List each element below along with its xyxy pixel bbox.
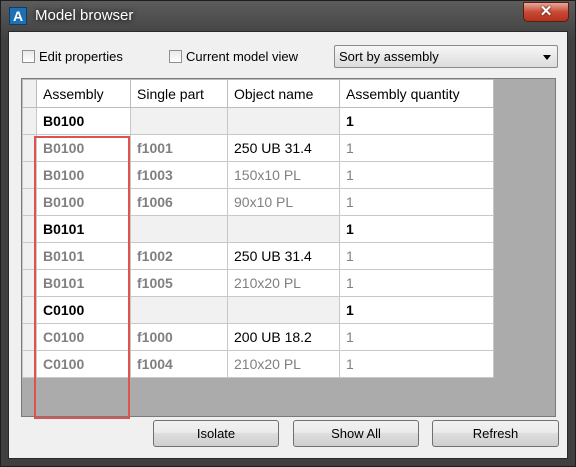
current-model-view-label[interactable]: Current model view [186, 49, 298, 64]
object-name-cell[interactable]: 150x10 PL [227, 161, 340, 189]
row-header[interactable] [22, 161, 37, 189]
quantity-cell[interactable]: 1 [339, 107, 494, 135]
object-name-cell[interactable] [227, 107, 340, 135]
isolate-button[interactable]: Isolate [153, 420, 279, 447]
row-header[interactable] [22, 107, 37, 135]
table-header-row: Assembly Single part Object name Assembl… [22, 79, 494, 108]
object-name-cell[interactable]: 250 UB 31.4 [227, 134, 340, 162]
quantity-cell[interactable]: 1 [339, 161, 494, 189]
row-header[interactable] [22, 269, 37, 297]
table-row[interactable]: B0100 1 [22, 107, 494, 135]
single-part-cell[interactable]: f1006 [130, 188, 228, 216]
column-header-single-part[interactable]: Single part [130, 79, 228, 108]
assembly-cell[interactable]: B0100 [36, 161, 131, 189]
table-row[interactable]: C0100 1 [22, 296, 494, 324]
object-name-cell[interactable] [227, 215, 340, 243]
assembly-cell[interactable]: B0101 [36, 215, 131, 243]
quantity-cell[interactable]: 1 [339, 242, 494, 270]
close-button[interactable]: ✕ [523, 2, 569, 22]
refresh-button[interactable]: Refresh [432, 420, 559, 447]
single-part-cell[interactable]: f1003 [130, 161, 228, 189]
column-header-assembly-quantity[interactable]: Assembly quantity [339, 79, 494, 108]
quantity-cell[interactable]: 1 [339, 134, 494, 162]
single-part-cell[interactable]: f1002 [130, 242, 228, 270]
edit-properties-label[interactable]: Edit properties [39, 49, 123, 64]
row-header[interactable] [22, 296, 37, 324]
table-row[interactable]: B0101 f1002 250 UB 31.4 1 [22, 242, 494, 270]
row-header-corner [22, 79, 37, 108]
quantity-cell[interactable]: 1 [339, 269, 494, 297]
dialog-body: Edit properties Current model view Sort … [8, 31, 568, 459]
table-row[interactable]: B0101 f1005 210x20 PL 1 [22, 269, 494, 297]
object-name-cell[interactable] [227, 296, 340, 324]
assembly-cell[interactable]: B0100 [36, 188, 131, 216]
row-header[interactable] [22, 188, 37, 216]
table-row[interactable]: C0100 f1000 200 UB 18.2 1 [22, 323, 494, 351]
title-bar[interactable]: A Model browser ✕ [1, 1, 575, 31]
object-name-cell[interactable]: 210x20 PL [227, 269, 340, 297]
object-name-cell[interactable]: 200 UB 18.2 [227, 323, 340, 351]
quantity-cell[interactable]: 1 [339, 296, 494, 324]
close-icon: ✕ [539, 3, 553, 20]
column-header-assembly[interactable]: Assembly [36, 79, 131, 108]
show-all-button[interactable]: Show All [293, 420, 419, 447]
model-grid[interactable]: Assembly Single part Object name Assembl… [21, 78, 556, 419]
row-header[interactable] [22, 134, 37, 162]
object-name-cell[interactable]: 210x20 PL [227, 350, 340, 378]
chevron-down-icon [543, 55, 551, 60]
table-row[interactable]: B0101 1 [22, 215, 494, 243]
assembly-cell[interactable]: B0101 [36, 269, 131, 297]
current-model-view-checkbox[interactable] [169, 50, 182, 63]
row-header[interactable] [22, 350, 37, 378]
assembly-cell[interactable]: B0100 [36, 107, 131, 135]
table-row[interactable]: B0100 f1006 90x10 PL 1 [22, 188, 494, 216]
single-part-cell[interactable]: f1001 [130, 134, 228, 162]
single-part-cell[interactable]: f1000 [130, 323, 228, 351]
model-table: Assembly Single part Object name Assembl… [22, 79, 494, 378]
table-row[interactable]: B0100 f1001 250 UB 31.4 1 [22, 134, 494, 162]
object-name-cell[interactable]: 250 UB 31.4 [227, 242, 340, 270]
row-header[interactable] [22, 242, 37, 270]
assembly-cell[interactable]: C0100 [36, 350, 131, 378]
sort-dropdown[interactable]: Sort by assembly [334, 45, 558, 68]
object-name-cell[interactable]: 90x10 PL [227, 188, 340, 216]
sort-dropdown-value: Sort by assembly [339, 49, 439, 64]
quantity-cell[interactable]: 1 [339, 188, 494, 216]
single-part-cell[interactable]: f1004 [130, 350, 228, 378]
column-header-object-name[interactable]: Object name [227, 79, 340, 108]
edit-properties-checkbox[interactable] [22, 50, 35, 63]
assembly-cell[interactable]: B0100 [36, 134, 131, 162]
assembly-cell[interactable]: C0100 [36, 296, 131, 324]
window-title: Model browser [35, 7, 134, 24]
assembly-cell[interactable]: B0101 [36, 242, 131, 270]
assembly-cell[interactable]: C0100 [36, 323, 131, 351]
autocad-logo-icon: A [9, 7, 27, 25]
table-row[interactable]: C0100 f1004 210x20 PL 1 [22, 350, 494, 378]
model-browser-window: A Model browser ✕ Edit properties Curren… [0, 0, 576, 467]
quantity-cell[interactable]: 1 [339, 350, 494, 378]
single-part-cell[interactable] [130, 296, 228, 324]
single-part-cell[interactable] [130, 107, 228, 135]
single-part-cell[interactable] [130, 215, 228, 243]
table-row[interactable]: B0100 f1003 150x10 PL 1 [22, 161, 494, 189]
row-header[interactable] [22, 215, 37, 243]
row-header[interactable] [22, 323, 37, 351]
quantity-cell[interactable]: 1 [339, 323, 494, 351]
single-part-cell[interactable]: f1005 [130, 269, 228, 297]
quantity-cell[interactable]: 1 [339, 215, 494, 243]
